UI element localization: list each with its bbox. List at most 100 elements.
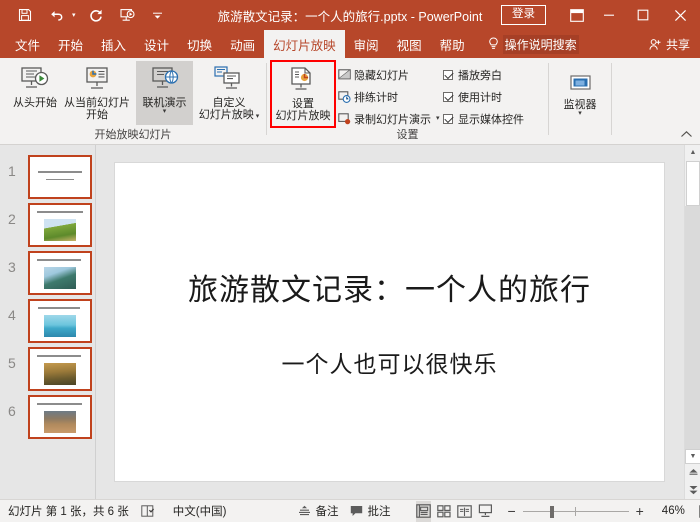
thumbnail-slide-1[interactable]: 1 <box>0 153 96 200</box>
comments-button[interactable]: 批注 <box>344 500 396 522</box>
minimize-button[interactable] <box>592 0 626 30</box>
start-from-beginning-icon[interactable] <box>116 4 138 26</box>
close-button[interactable] <box>660 0 700 30</box>
thumbnail-slide-2[interactable]: 2 <box>0 201 96 248</box>
undo-icon[interactable] <box>45 4 67 26</box>
thumbnail-preview[interactable] <box>28 299 92 343</box>
record-slide-show-label: 录制幻灯片演示 <box>354 111 431 127</box>
tell-me-search[interactable]: 操作说明搜索 <box>488 30 579 58</box>
zoom-out-button[interactable]: − <box>507 503 515 519</box>
scroll-up-icon[interactable]: ▲ <box>685 145 700 160</box>
zoom-slider-handle[interactable] <box>550 506 554 518</box>
collapse-ribbon-icon[interactable] <box>680 130 693 142</box>
slide-title-text[interactable]: 旅游散文记录：一个人的旅行 <box>188 265 591 309</box>
undo-dropdown-icon[interactable]: ▾ <box>72 11 76 19</box>
custom-slide-show-label-2: 幻灯片放映 <box>199 109 254 121</box>
slide-canvas[interactable]: 旅游散文记录：一个人的旅行 一个人也可以很快乐 <box>115 163 664 481</box>
tab-file[interactable]: 文件 <box>6 30 49 58</box>
powerpoint-window: ▾ 旅游散文记录：一个人的旅行.pptx - PowerPoint 登录 <box>0 0 700 522</box>
thumbnail-preview[interactable] <box>28 203 92 247</box>
zoom-percentage-label: 46% <box>651 505 685 517</box>
vertical-scrollbar[interactable]: ▲ ▼ <box>684 145 700 499</box>
set-up-slide-show-button[interactable]: 设置幻灯片放映 <box>272 62 334 126</box>
previous-slide-button[interactable] <box>685 465 700 480</box>
tab-insert[interactable]: 插入 <box>92 30 135 58</box>
present-online-icon <box>149 61 181 95</box>
slide-subtitle-text[interactable]: 一个人也可以很快乐 <box>282 345 498 379</box>
maximize-button[interactable] <box>626 0 660 30</box>
thumbnail-preview[interactable] <box>28 395 92 439</box>
ribbon-group-divider-3 <box>611 63 612 135</box>
next-slide-button[interactable] <box>685 482 700 497</box>
hide-slide-icon <box>337 67 352 82</box>
scrollbar-track[interactable] <box>685 206 700 449</box>
zoom-slider[interactable] <box>523 506 629 517</box>
tab-review[interactable]: 审阅 <box>345 30 388 58</box>
thumbnail-preview[interactable] <box>28 251 92 295</box>
normal-view-icon <box>416 504 431 518</box>
notes-button[interactable]: 备注 <box>292 500 344 522</box>
thumbnail-slide-6[interactable]: 6 <box>0 393 96 440</box>
thumbnail-number: 5 <box>8 355 16 371</box>
zoom-slider-line <box>523 511 629 512</box>
hide-slide-button[interactable]: 隐藏幻灯片 <box>337 65 409 84</box>
use-timings-checkbox-box[interactable] <box>443 92 453 102</box>
tab-transitions[interactable]: 切换 <box>178 30 221 58</box>
scroll-down-icon[interactable]: ▼ <box>685 449 700 464</box>
record-slide-show-dropdown-icon[interactable]: ▾ <box>436 116 440 122</box>
save-icon[interactable] <box>14 4 36 26</box>
play-narrations-checkbox[interactable]: 播放旁白 <box>443 65 502 84</box>
tab-home[interactable]: 开始 <box>49 30 92 58</box>
thumbnail-slide-3[interactable]: 3 <box>0 249 96 296</box>
rehearse-timings-label: 排练计时 <box>354 89 398 105</box>
set-up-slide-show-icon <box>287 62 319 96</box>
lightbulb-icon <box>488 37 499 51</box>
slide-sorter-view-button[interactable] <box>437 501 451 522</box>
thumbnail-preview[interactable] <box>28 155 92 199</box>
from-current-slide-label-1: 从当前幻灯片 <box>64 97 130 109</box>
use-timings-checkbox[interactable]: 使用计时 <box>443 87 502 106</box>
rehearse-timings-button[interactable]: 排练计时 <box>337 87 398 106</box>
present-online-button[interactable]: 联机演示 ▾ <box>136 61 193 125</box>
custom-slide-show-button[interactable]: 自定义幻灯片放映 ▾ <box>195 61 263 125</box>
tab-help[interactable]: 帮助 <box>431 30 474 58</box>
accessibility-checker-button[interactable] <box>135 500 161 522</box>
play-narrations-checkbox-box[interactable] <box>443 70 453 80</box>
play-narrations-label: 播放旁白 <box>458 67 502 83</box>
slide-show-view-button[interactable] <box>478 501 493 522</box>
monitor-button[interactable]: 监视器 ▾ <box>553 63 607 127</box>
normal-view-button[interactable] <box>416 501 431 522</box>
redo-icon[interactable] <box>85 4 107 26</box>
scrollbar-thumb[interactable] <box>686 161 700 206</box>
thumbnail-preview[interactable] <box>28 347 92 391</box>
thumbnail-slide-5[interactable]: 5 <box>0 345 96 392</box>
use-timings-label: 使用计时 <box>458 89 502 105</box>
thumbnail-number: 6 <box>8 403 16 419</box>
title-bar: ▾ 旅游散文记录：一个人的旅行.pptx - PowerPoint 登录 <box>0 0 700 30</box>
custom-slide-show-dropdown-icon[interactable]: ▾ <box>254 113 259 120</box>
monitor-dropdown-icon[interactable]: ▾ <box>578 111 582 117</box>
show-media-controls-checkbox-box[interactable] <box>443 114 453 124</box>
fit-slide-to-window-button[interactable] <box>693 500 700 522</box>
zoom-in-button[interactable]: + <box>636 503 644 519</box>
reading-view-button[interactable] <box>457 501 472 522</box>
language-label[interactable]: 中文(中国) <box>167 500 233 522</box>
thumbnail-slide-4[interactable]: 4 <box>0 297 96 344</box>
customize-qat-icon[interactable] <box>147 4 169 26</box>
set-up-slide-show-label-1: 设置 <box>292 98 314 110</box>
zoom-control[interactable]: − + 46% <box>507 500 684 522</box>
tab-animations[interactable]: 动画 <box>221 30 264 58</box>
custom-slide-show-icon <box>213 61 245 95</box>
sign-in-button[interactable]: 登录 <box>501 5 546 25</box>
present-online-dropdown-icon[interactable]: ▾ <box>163 109 167 115</box>
ribbon-display-options-icon[interactable] <box>562 0 592 30</box>
thumbnail-number: 1 <box>8 163 16 179</box>
from-current-slide-button[interactable]: 从当前幻灯片开始 <box>62 61 132 125</box>
slide-thumbnail-pane[interactable]: 1 2 3 4 <box>0 145 96 499</box>
tab-view[interactable]: 视图 <box>388 30 431 58</box>
from-beginning-button[interactable]: 从头开始 <box>8 61 62 125</box>
tab-slide-show[interactable]: 幻灯片放映 <box>264 30 345 58</box>
share-button[interactable]: 共享 <box>649 30 690 58</box>
tab-design[interactable]: 设计 <box>135 30 178 58</box>
notes-label: 备注 <box>315 503 338 519</box>
